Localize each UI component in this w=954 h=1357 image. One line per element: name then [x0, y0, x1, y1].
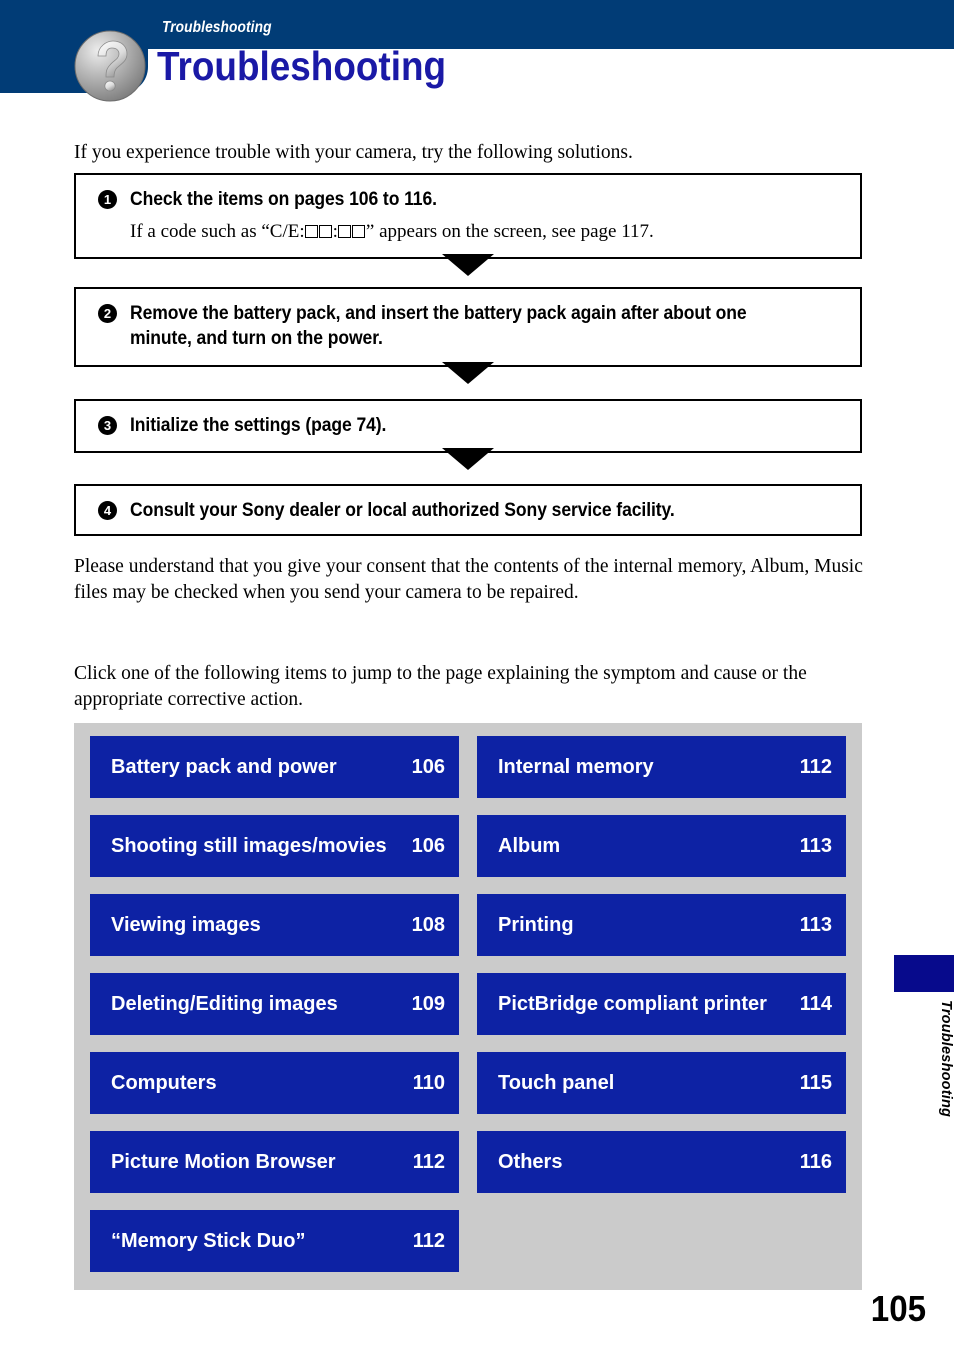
step-box-4: 4 Consult your Sony dealer or local auth…: [74, 484, 862, 536]
link-label: Others: [498, 1150, 563, 1173]
side-tab-label: Troubleshooting: [938, 1000, 954, 1118]
flow-arrow-down-icon: [442, 448, 494, 470]
step-number-3: 3: [98, 416, 117, 435]
link-label: Touch panel: [498, 1071, 615, 1094]
step-subtext-1: If a code such as “C/E:: ” appears on the…: [130, 219, 844, 244]
link-item-printing[interactable]: Printing 113: [477, 894, 846, 956]
link-page-number: 112: [412, 1229, 445, 1252]
page-title: Troubleshooting: [157, 43, 447, 89]
link-label: Battery pack and power: [111, 755, 337, 778]
page-number: 105: [870, 1288, 926, 1329]
link-label: Printing: [498, 913, 574, 936]
step-number-1: 1: [98, 190, 117, 209]
link-item-touch-panel[interactable]: Touch panel 115: [477, 1052, 846, 1114]
step-box-3: 3 Initialize the settings (page 74).: [74, 399, 862, 453]
link-label: Album: [498, 834, 561, 857]
step-heading-3: Initialize the settings (page 74).: [130, 414, 387, 436]
step-box-1: 1 Check the items on pages 106 to 116. I…: [74, 173, 862, 259]
link-label: Internal memory: [498, 755, 654, 778]
step-number-4: 4: [98, 501, 117, 520]
link-label: PictBridge compliant printer: [498, 992, 767, 1015]
link-label: Viewing images: [111, 913, 261, 936]
step-box-2: 2 Remove the battery pack, and insert th…: [74, 287, 862, 367]
step-subtext-1-after: ” appears on the screen, see page 117.: [365, 221, 654, 242]
link-label: Shooting still images/movies: [111, 834, 387, 857]
link-label: Computers: [111, 1071, 217, 1094]
link-item-viewing-images[interactable]: Viewing images 108: [90, 894, 459, 956]
link-label: Picture Motion Browser: [111, 1150, 336, 1173]
flow-arrow-down-icon: [442, 254, 494, 276]
placeholder-box-icon: [319, 225, 333, 238]
link-page-number: 113: [799, 913, 832, 936]
link-item-deleting-editing-images[interactable]: Deleting/Editing images 109: [90, 973, 459, 1035]
intro-paragraph: If you experience trouble with your came…: [74, 142, 633, 163]
link-item-album[interactable]: Album 113: [477, 815, 846, 877]
link-item-shooting-still-images-movies[interactable]: Shooting still images/movies 106: [90, 815, 459, 877]
link-item-battery-pack-and-power[interactable]: Battery pack and power 106: [90, 736, 459, 798]
link-page-number: 106: [411, 834, 445, 857]
link-page-number: 112: [799, 755, 832, 778]
link-item-computers[interactable]: Computers 110: [90, 1052, 459, 1114]
step-heading-2: Remove the battery pack, and insert the …: [130, 302, 747, 349]
side-tab-marker: [894, 955, 954, 992]
link-page-number: 113: [799, 834, 832, 857]
link-label: “Memory Stick Duo”: [111, 1229, 306, 1252]
consent-paragraph: Please understand that you give your con…: [74, 556, 863, 603]
link-column-left: Battery pack and power 106 Shooting stil…: [90, 736, 459, 1272]
page-header: Troubleshooting Troubleshooting: [0, 0, 954, 104]
link-page-number: 112: [412, 1150, 445, 1173]
click-instruction-paragraph: Click one of the following items to jump…: [74, 663, 807, 710]
placeholder-box-icon: [338, 225, 352, 238]
step-heading-4: Consult your Sony dealer or local author…: [130, 499, 675, 521]
symptom-link-panel: Battery pack and power 106 Shooting stil…: [74, 723, 862, 1290]
step-subtext-1-mid: :: [332, 221, 338, 242]
flow-arrow-down-icon: [442, 362, 494, 384]
link-item-internal-memory[interactable]: Internal memory 112: [477, 736, 846, 798]
link-page-number: 115: [799, 1071, 832, 1094]
link-page-number: 109: [411, 992, 445, 1015]
placeholder-box-icon: [305, 225, 319, 238]
header-eyebrow: Troubleshooting: [162, 19, 272, 36]
link-item-picture-motion-browser[interactable]: Picture Motion Browser 112: [90, 1131, 459, 1193]
link-label: Deleting/Editing images: [111, 992, 338, 1015]
link-item-others[interactable]: Others 116: [477, 1131, 846, 1193]
link-column-right: Internal memory 112 Album 113 Printing 1…: [477, 736, 846, 1272]
link-page-number: 114: [799, 992, 832, 1015]
link-page-number: 108: [411, 913, 445, 936]
link-page-number: 116: [799, 1150, 832, 1173]
question-mark-icon: [73, 29, 147, 103]
link-page-number: 106: [411, 755, 445, 778]
link-page-number: 110: [412, 1071, 445, 1094]
step-number-2: 2: [98, 304, 117, 323]
step-heading-1: Check the items on pages 106 to 116.: [130, 188, 437, 210]
placeholder-box-icon: [352, 225, 366, 238]
step-subtext-1-before: If a code such as “C/E:: [130, 221, 305, 242]
link-item-memory-stick-duo[interactable]: “Memory Stick Duo” 112: [90, 1210, 459, 1272]
link-item-pictbridge-compliant-printer[interactable]: PictBridge compliant printer 114: [477, 973, 846, 1035]
